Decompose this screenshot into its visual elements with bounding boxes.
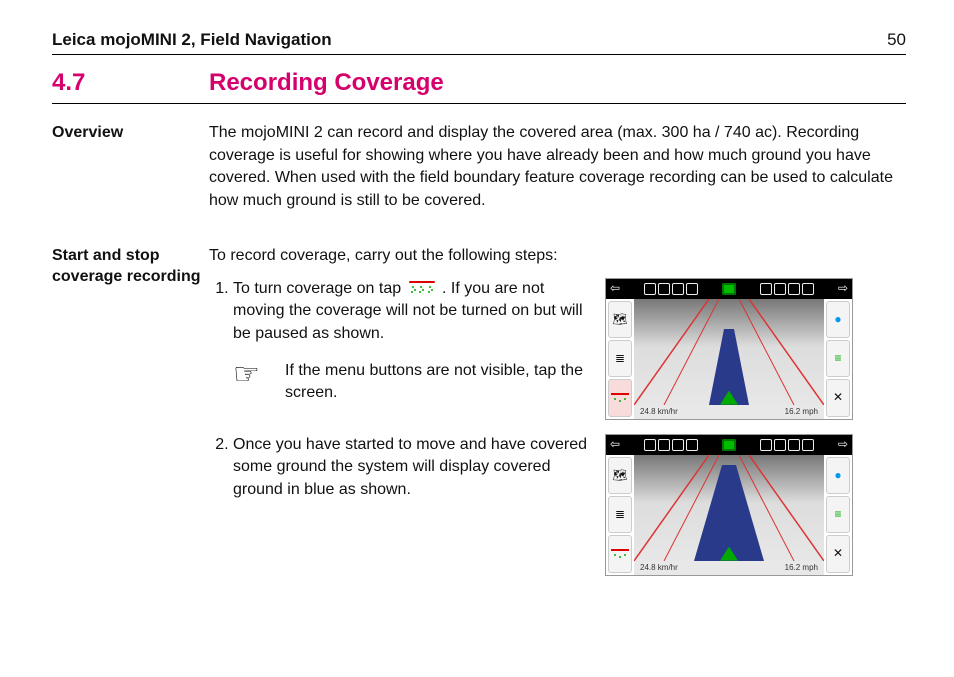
procedure-label: Start and stop coverage recording bbox=[52, 245, 209, 288]
status-icon[interactable]: ● bbox=[826, 457, 850, 494]
speed-right: 16.2 mph bbox=[785, 562, 818, 573]
settings-icon[interactable]: ✕ bbox=[826, 379, 850, 416]
overview-label: Overview bbox=[52, 122, 209, 144]
step-2: Once you have started to move and have c… bbox=[233, 434, 906, 576]
speed-right: 16.2 mph bbox=[785, 406, 818, 417]
procedure-intro: To record coverage, carry out the follow… bbox=[209, 245, 906, 268]
section-number: 4.7 bbox=[52, 69, 209, 97]
pointing-hand-icon: ☞ bbox=[233, 360, 273, 390]
step-1-pre: To turn coverage on tap bbox=[233, 280, 406, 297]
page-header: Leica mojoMINI 2, Field Navigation 50 bbox=[52, 30, 906, 55]
section-title: Recording Coverage bbox=[209, 69, 444, 97]
overview-text: The mojoMINI 2 can record and display th… bbox=[209, 122, 906, 213]
status-icon[interactable]: ● bbox=[826, 301, 850, 338]
screenshot-coverage-paused: ⇦ ⇨ 🗺 ≣ bbox=[605, 278, 853, 420]
screenshot-coverage-recording: ⇦ ⇨ 🗺 ≣ bbox=[605, 434, 853, 576]
speed-left: 24.8 km/hr bbox=[640, 562, 678, 573]
step-1: To turn coverage on tap bbox=[233, 278, 906, 420]
coverage-toggle-icon[interactable] bbox=[608, 535, 632, 572]
settings-icon[interactable]: ✕ bbox=[826, 535, 850, 572]
step-1-note: If the menu buttons are not visible, tap… bbox=[285, 360, 585, 405]
fence-icon[interactable]: ≣ bbox=[608, 496, 632, 533]
field-map-icon[interactable]: 🗺 bbox=[608, 301, 632, 338]
coverage-spray-icon bbox=[408, 279, 436, 297]
fence-icon[interactable]: ≣ bbox=[608, 340, 632, 377]
section-heading: 4.7 Recording Coverage bbox=[52, 69, 906, 104]
step-2-text: Once you have started to move and have c… bbox=[233, 436, 587, 498]
page-number: 50 bbox=[887, 30, 906, 50]
guidance-lines-icon[interactable]: ≡ bbox=[826, 340, 850, 377]
doc-title: Leica mojoMINI 2, Field Navigation bbox=[52, 30, 332, 50]
field-map-icon[interactable]: 🗺 bbox=[608, 457, 632, 494]
speed-left: 24.8 km/hr bbox=[640, 406, 678, 417]
coverage-toggle-icon[interactable] bbox=[608, 379, 632, 416]
guidance-lines-icon[interactable]: ≡ bbox=[826, 496, 850, 533]
